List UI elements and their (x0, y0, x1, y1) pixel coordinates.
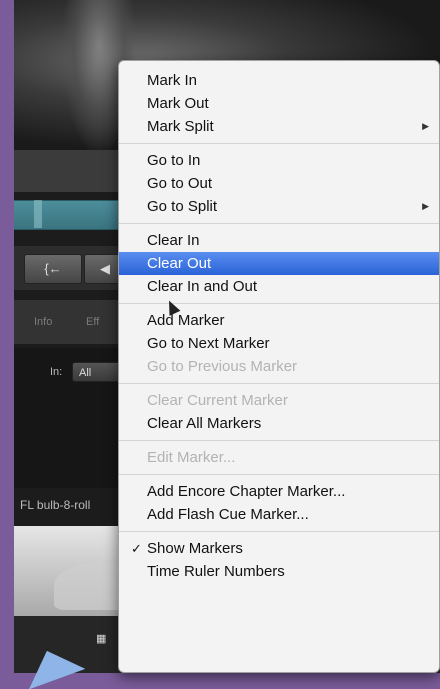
menu-item-label: Edit Marker... (147, 449, 236, 466)
menu-item-clear-out[interactable]: Clear Out (119, 252, 439, 275)
menu-item-go-to-in[interactable]: Go to In (119, 149, 439, 172)
menu-item-clear-all-markers[interactable]: Clear All Markers (119, 412, 439, 435)
submenu-arrow-icon: ▶ (422, 121, 429, 131)
menu-item-label: Add Flash Cue Marker... (147, 506, 309, 523)
menu-separator (119, 223, 439, 224)
menu-item-time-ruler-numbers[interactable]: Time Ruler Numbers (119, 560, 439, 583)
menu-item-go-to-out[interactable]: Go to Out (119, 172, 439, 195)
menu-item-label: Clear Out (147, 255, 212, 272)
menu-item-go-to-next-marker[interactable]: Go to Next Marker (119, 332, 439, 355)
menu-item-label: Clear In and Out (147, 278, 258, 295)
submenu-arrow-icon: ▶ (422, 201, 429, 211)
menu-item-label: Show Markers (147, 540, 243, 557)
menu-item-clear-current-marker: Clear Current Marker (119, 389, 439, 412)
menu-item-label: Go to Previous Marker (147, 358, 298, 375)
menu-item-label: Add Marker (147, 312, 225, 329)
menu-item-show-markers[interactable]: ✓ Show Markers (119, 537, 439, 560)
menu-separator (119, 383, 439, 384)
menu-item-label: Go to Out (147, 175, 213, 192)
menu-item-label: Go to Split (147, 198, 218, 215)
in-filter-select[interactable]: All (72, 362, 122, 382)
menu-item-label: Mark In (147, 72, 198, 89)
menu-item-add-flash-cue-marker[interactable]: Add Flash Cue Marker... (119, 503, 439, 526)
menu-item-add-encore-chapter-marker[interactable]: Add Encore Chapter Marker... (119, 480, 439, 503)
menu-item-label: Mark Out (147, 95, 209, 112)
menu-item-go-to-previous-marker: Go to Previous Marker (119, 355, 439, 378)
menu-separator (119, 531, 439, 532)
menu-item-label: Clear In (147, 232, 200, 249)
menu-item-mark-split[interactable]: Mark Split ▶ (119, 115, 439, 138)
menu-item-label: Clear All Markers (147, 415, 262, 432)
menu-item-edit-marker: Edit Marker... (119, 446, 439, 469)
menu-separator (119, 474, 439, 475)
menu-item-label: Go to In (147, 152, 201, 169)
checkmark-icon: ✓ (131, 541, 142, 556)
grid-view-icon[interactable]: ▦ (96, 632, 106, 645)
menu-item-label: Mark Split (147, 118, 214, 135)
tab-effects[interactable]: Eff (86, 310, 99, 334)
menu-item-clear-in-and-out[interactable]: Clear In and Out (119, 275, 439, 298)
go-to-in-button[interactable]: {← (24, 254, 82, 284)
tab-info[interactable]: Info (34, 310, 52, 334)
menu-item-mark-in[interactable]: Mark In (119, 69, 439, 92)
menu-separator (119, 143, 439, 144)
in-filter-label: In: (50, 366, 63, 378)
track-edge-handle[interactable] (34, 200, 42, 228)
menu-item-label: Clear Current Marker (147, 392, 288, 409)
menu-item-label: Go to Next Marker (147, 335, 270, 352)
clip-name: FL bulb-8-roll (20, 498, 91, 512)
menu-item-clear-in[interactable]: Clear In (119, 229, 439, 252)
context-menu: Mark In Mark Out Mark Split ▶ Go to In Go to … (118, 60, 440, 673)
menu-item-label: Add Encore Chapter Marker... (147, 483, 346, 500)
menu-item-mark-out[interactable]: Mark Out (119, 92, 439, 115)
menu-item-label: Time Ruler Numbers (147, 563, 285, 580)
menu-item-go-to-split[interactable]: Go to Split ▶ (119, 195, 439, 218)
menu-separator (119, 440, 439, 441)
